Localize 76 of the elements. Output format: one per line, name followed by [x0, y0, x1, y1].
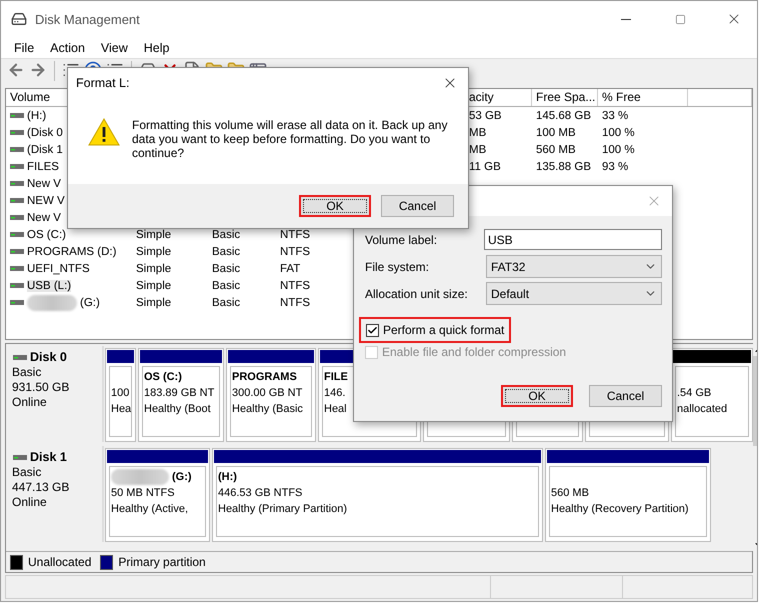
disk-status: Online: [12, 395, 48, 410]
partition-info: Hea: [111, 402, 131, 417]
partition-title: (G:): [172, 470, 192, 485]
partition-info: 183.89 GB NT: [144, 386, 216, 401]
table-cell: NTFS: [280, 296, 310, 308]
disk-type: Basic: [12, 465, 42, 480]
table-cell: (Disk 1: [27, 144, 63, 156]
table-cell: NEW V: [27, 194, 65, 206]
partition-title: PROGRAMS: [232, 370, 297, 385]
disk-status: Online: [12, 495, 48, 510]
table-cell: 11 GB: [469, 160, 501, 172]
disk-type: Basic: [12, 365, 42, 380]
table-cell: USB (L:): [27, 280, 72, 292]
table-cell: 100 %: [602, 126, 635, 138]
partition-title: OS (C:): [144, 370, 182, 385]
partition-info: Healthy (Recovery Partition): [551, 502, 690, 517]
table-cell: NTFS: [280, 280, 310, 292]
table-cell: Simple: [136, 262, 172, 274]
disk-size: 447.13 GB: [12, 480, 70, 495]
table-cell: Simple: [136, 246, 172, 258]
dialog-message: Formatting this volume will erase all data on it. Back up any data you want to keep before formatting. Do you want to continue?: [132, 118, 448, 160]
table-cell: 135.88 GB: [536, 160, 591, 172]
field-label: Volume label:: [365, 232, 438, 246]
partition-info: 100: [111, 386, 130, 401]
table-cell: Basic: [212, 262, 240, 274]
table-cell: NTFS: [280, 246, 310, 258]
table-cell: Basic: [212, 296, 240, 308]
partition-info: .54 GB: [677, 386, 712, 401]
disk-name: Disk 1: [30, 450, 67, 465]
partition-info: nallocated: [677, 402, 728, 417]
partition-info: Healthy (Basic: [232, 402, 304, 417]
table-cell: Basic: [212, 228, 240, 240]
table-cell: (G:): [80, 296, 100, 308]
partition-info: Healthy (Boot: [144, 402, 212, 417]
partition-info: 300.00 GB NT: [232, 386, 304, 401]
partition-info: Healthy (Active,: [111, 502, 190, 517]
partition-info: Heal: [324, 402, 348, 417]
table-cell: 33 %: [602, 110, 628, 122]
table-cell: 145.68 GB: [536, 110, 591, 122]
partition-info: 446.53 GB NTFS: [218, 486, 304, 501]
table-cell: UEFI_NTFS: [27, 262, 90, 274]
disk-name: Disk 0: [30, 350, 67, 365]
table-cell: Simple: [136, 296, 172, 308]
table-cell: FAT: [280, 262, 300, 274]
partition-info: 50 MB NTFS: [111, 486, 176, 501]
field-label: File system:: [365, 260, 430, 274]
table-cell: OS (C:): [27, 228, 66, 240]
table-cell: Basic: [212, 246, 240, 258]
table-cell: Simple: [136, 228, 172, 240]
table-cell: New V: [27, 212, 61, 224]
table-cell: NTFS: [280, 228, 310, 240]
table-cell: (H:): [27, 110, 46, 122]
table-cell: MB: [469, 126, 486, 138]
table-cell: Basic: [212, 280, 240, 292]
dialog-title: Format L:: [76, 76, 130, 90]
partition-info: Healthy (Primary Partition): [218, 502, 348, 517]
partition-title: (H:): [218, 470, 237, 485]
disk-size: 931.50 GB: [12, 380, 70, 395]
table-cell: MB: [469, 144, 486, 156]
table-cell: 100 %: [602, 144, 635, 156]
legend-label: Primary partition: [118, 555, 206, 569]
table-cell: New V: [27, 178, 61, 190]
legend-label: Unallocated: [28, 555, 92, 569]
table-cell: 560 MB: [536, 144, 576, 156]
table-cell: (Disk 0: [27, 126, 63, 138]
table-cell: 53 GB: [469, 110, 502, 122]
partition-title: FILE: [324, 370, 348, 385]
table-cell: Simple: [136, 280, 172, 292]
window-title: Disk Management: [35, 12, 141, 26]
table-cell: 93 %: [602, 160, 628, 172]
table-cell: FILES: [27, 160, 59, 172]
table-cell: 100 MB: [536, 126, 576, 138]
partition-info: 146.: [324, 386, 346, 401]
table-cell: PROGRAMS (D:): [27, 246, 116, 258]
field-label: Allocation unit size:: [365, 286, 468, 300]
partition-info: 560 MB: [551, 486, 590, 501]
